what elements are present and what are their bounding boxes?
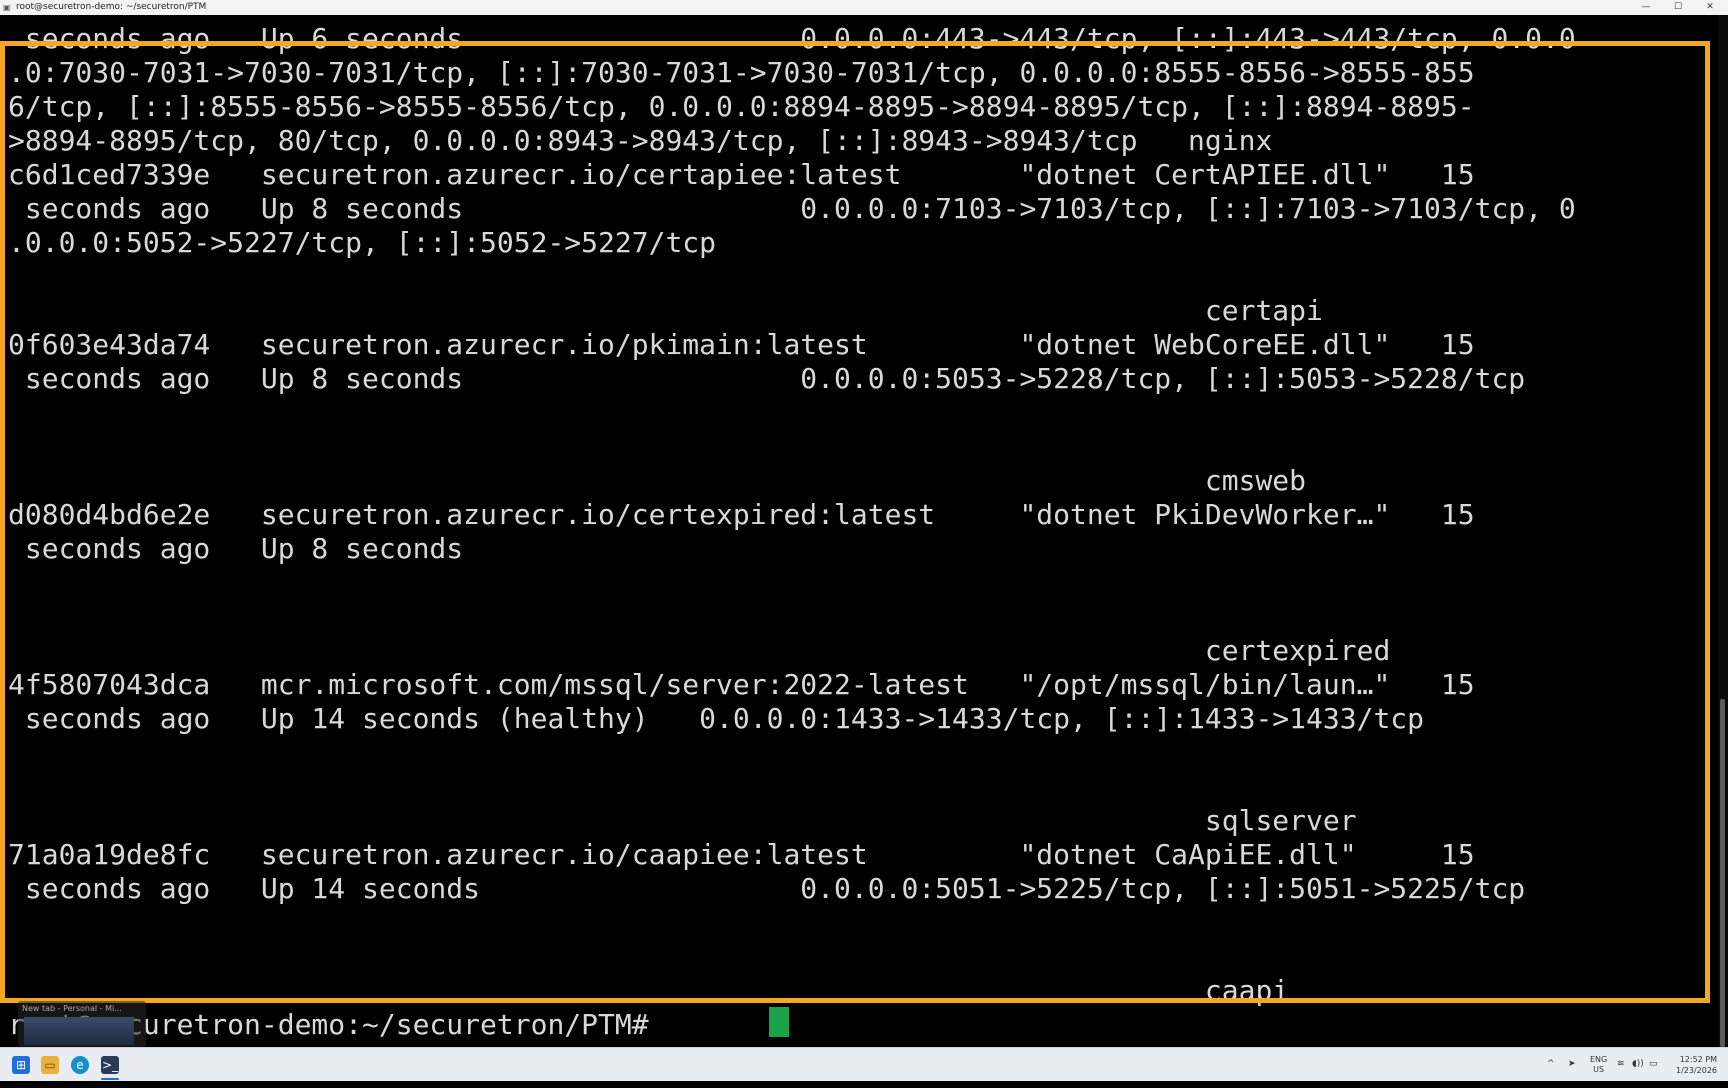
- minimize-button[interactable]: —: [1636, 0, 1656, 15]
- close-button[interactable]: ✕: [1700, 0, 1720, 15]
- terminal-line: .0:7030-7031->7030-7031/tcp, [::]:7030-7…: [8, 56, 1475, 89]
- language-code: ENG: [1590, 1055, 1608, 1064]
- terminal-line: >8894-8895/tcp, 80/tcp, 0.0.0.0:8943->89…: [8, 124, 1273, 157]
- file-explorer-icon[interactable]: ▭: [41, 1056, 59, 1074]
- terminal-line: certexpired: [8, 634, 1391, 667]
- terminal-line: 6/tcp, [::]:8555-8556->8555-8556/tcp, 0.…: [8, 90, 1475, 123]
- terminal-line: .0.0.0:5052->5227/tcp, [::]:5052->5227/t…: [8, 226, 717, 259]
- clock-date: 1/23/2026: [1676, 1066, 1718, 1075]
- terminal-output[interactable]: seconds ago Up 6 seconds 0.0.0.0:443->44…: [0, 15, 1728, 1047]
- terminal-line: seconds ago Up 8 seconds 0.0.0.0:5053->5…: [8, 362, 1526, 395]
- tray-chevron-icon[interactable]: ^: [1547, 1048, 1555, 1081]
- taskbar-preview-thumbnail[interactable]: New tab - Personal - Mi...: [18, 1001, 146, 1047]
- terminal-line: c6d1ced7339e securetron.azurecr.io/certa…: [8, 158, 1475, 191]
- terminal-scrollbar[interactable]: [1718, 15, 1728, 1047]
- terminal-line: sqlserver: [8, 804, 1357, 837]
- window-titlebar: ▣ root@securetron-demo: ~/securetron/PTM…: [0, 0, 1728, 15]
- terminal-line: 4f5807043dca mcr.microsoft.com/mssql/ser…: [8, 668, 1475, 701]
- thumbnail-label: New tab - Personal - Mi...: [22, 1004, 122, 1013]
- window-title: root@securetron-demo: ~/securetron/PTM: [16, 2, 207, 12]
- taskbar: ⊞ ▭ e >_ ^ ➤ ENG US ≋ ◖)) ▭ 12:52 PM 1/2…: [0, 1047, 1728, 1081]
- terminal-line: seconds ago Up 6 seconds 0.0.0.0:443->44…: [8, 22, 1576, 55]
- terminal-line: caapi: [8, 974, 1290, 1007]
- terminal-line: cmsweb: [8, 464, 1307, 497]
- language-indicator[interactable]: ENG US: [1590, 1055, 1607, 1088]
- volume-icon[interactable]: ◖)): [1632, 1048, 1644, 1081]
- maximize-button[interactable]: ☐: [1668, 0, 1688, 15]
- terminal-cursor: [769, 1007, 789, 1037]
- terminal-line: 0f603e43da74 securetron.azurecr.io/pkima…: [8, 328, 1475, 361]
- terminal-line: seconds ago Up 8 seconds: [8, 532, 464, 565]
- terminal-line: seconds ago Up 14 seconds 0.0.0.0:5051->…: [8, 872, 1526, 905]
- wifi-icon[interactable]: ≋: [1617, 1048, 1625, 1081]
- terminal-app-icon[interactable]: >_: [101, 1056, 119, 1080]
- battery-icon[interactable]: ▭: [1649, 1048, 1658, 1081]
- thumbnail-image: [24, 1017, 134, 1045]
- terminal-icon: ▣: [3, 3, 11, 12]
- clock-time: 12:52 PM: [1679, 1055, 1718, 1064]
- pointer-icon: ➤: [1568, 1059, 1576, 1069]
- terminal-line: seconds ago Up 8 seconds 0.0.0.0:7103->7…: [8, 192, 1576, 225]
- region-code: US: [1593, 1065, 1605, 1074]
- terminal-line: d080d4bd6e2e securetron.azurecr.io/certe…: [8, 498, 1475, 531]
- terminal-line: 71a0a19de8fc securetron.azurecr.io/caapi…: [8, 838, 1475, 871]
- terminal-line: seconds ago Up 14 seconds (healthy) 0.0.…: [8, 702, 1425, 735]
- edge-browser-icon[interactable]: e: [71, 1056, 89, 1074]
- terminal-line: certapi: [8, 294, 1323, 327]
- scrollbar-thumb[interactable]: [1720, 699, 1725, 1047]
- windows-start-icon[interactable]: ⊞: [12, 1056, 30, 1074]
- clock[interactable]: 12:52 PM 1/23/2026: [1676, 1054, 1717, 1087]
